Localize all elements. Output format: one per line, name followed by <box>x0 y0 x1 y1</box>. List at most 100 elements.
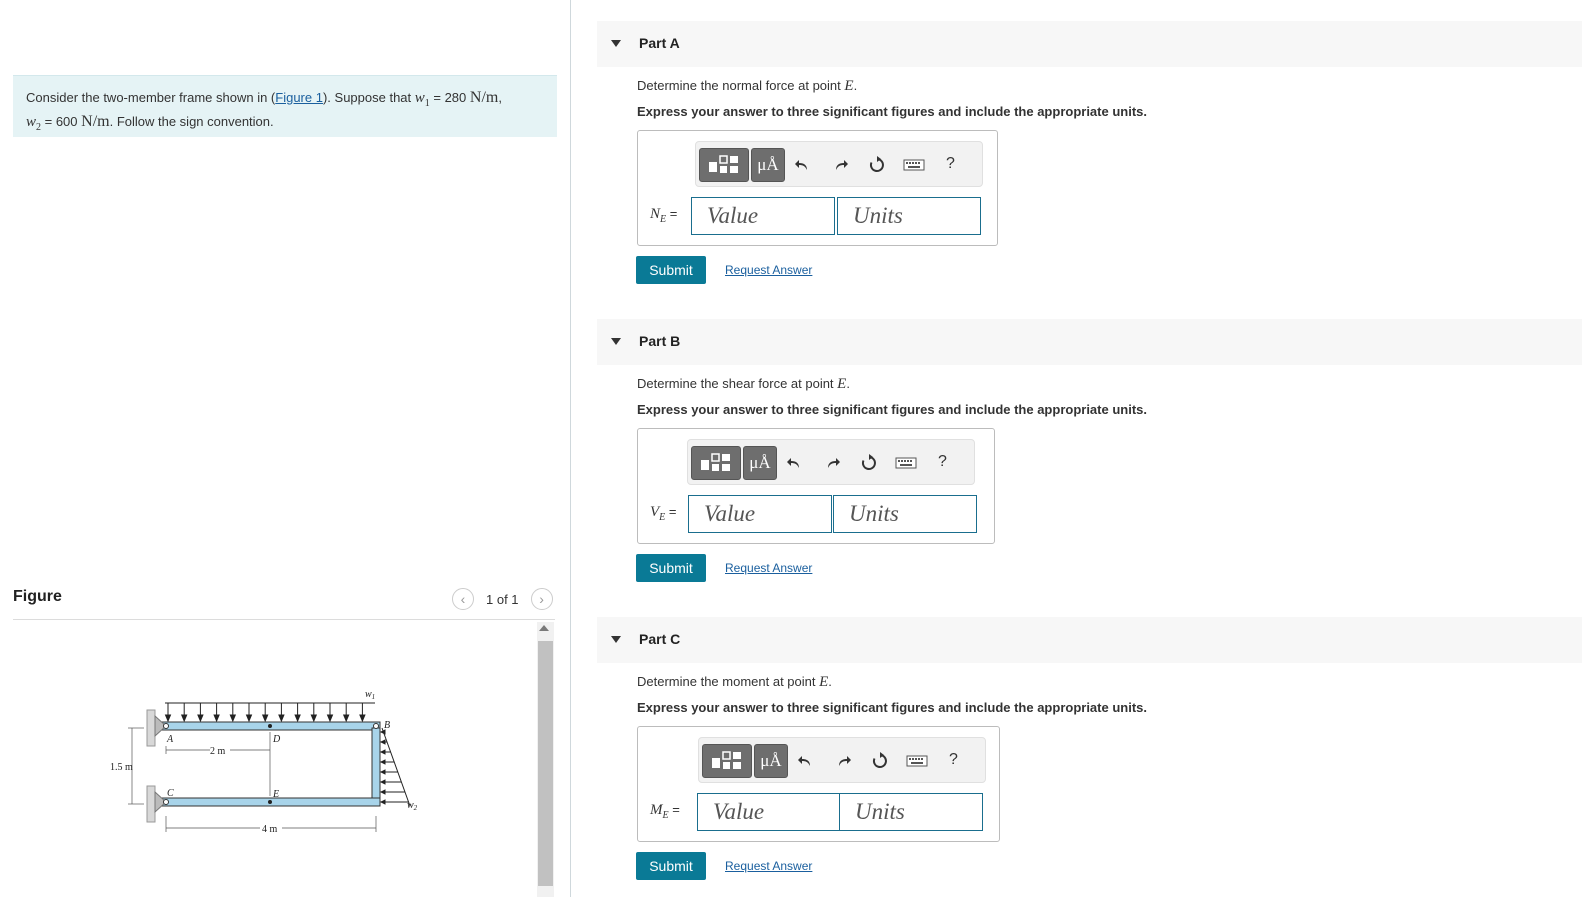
collapse-triangle-icon[interactable] <box>611 636 621 643</box>
load-arrow-head <box>342 714 350 723</box>
member-vertical <box>371 727 381 807</box>
column-divider <box>570 0 571 897</box>
request-answer-link[interactable]: Request Answer <box>725 561 812 575</box>
templates-button[interactable] <box>691 446 741 480</box>
dim-4m-label: 4 m <box>262 824 278 835</box>
prev-figure-button[interactable]: ‹ <box>452 588 474 610</box>
chevron-right-icon: › <box>539 591 544 607</box>
templates-icon <box>712 751 741 769</box>
help-button[interactable]: ? <box>938 452 947 472</box>
load-arrow-head <box>379 759 386 765</box>
load-arrow-head <box>379 739 386 745</box>
load-arrow-head <box>379 779 386 785</box>
next-figure-button[interactable]: › <box>530 588 553 610</box>
part-header[interactable]: Part A <box>597 21 1582 67</box>
reset-icon <box>872 752 887 768</box>
undo-button[interactable] <box>786 453 802 473</box>
submit-button[interactable]: Submit <box>636 554 706 582</box>
question-text: Determine the normal force at point E. <box>637 78 858 94</box>
answer-box: μÅ ? VE = Value Units <box>637 428 995 544</box>
collapse-triangle-icon[interactable] <box>611 40 621 47</box>
keyboard-button[interactable] <box>895 453 917 473</box>
load-arrow-head <box>326 714 334 723</box>
load-arrow-head <box>245 714 253 723</box>
part-title: Part A <box>639 35 680 51</box>
label-B: B <box>384 720 390 731</box>
math-toolbar: μÅ ? <box>687 439 975 485</box>
symbols-button[interactable]: μÅ <box>754 744 788 778</box>
mu-angstrom-icon: μÅ <box>757 155 779 174</box>
load-arrow-head <box>213 714 220 723</box>
submit-button[interactable]: Submit <box>636 256 706 284</box>
question-text: Determine the moment at point E. <box>637 674 832 690</box>
submit-button[interactable]: Submit <box>636 852 706 880</box>
load-arrow-head <box>379 789 386 795</box>
templates-button[interactable] <box>699 148 749 182</box>
symbols-button[interactable]: μÅ <box>743 446 777 480</box>
answer-variable-label: VE = <box>650 504 677 523</box>
redo-button[interactable] <box>836 751 852 771</box>
keyboard-button[interactable] <box>903 155 925 175</box>
help-icon: ? <box>946 155 955 172</box>
w1-value: = 280 <box>429 90 470 105</box>
help-button[interactable]: ? <box>949 750 958 770</box>
point-D-dot <box>268 724 272 728</box>
label-D: D <box>272 734 281 745</box>
templates-button[interactable] <box>702 744 752 778</box>
reset-icon <box>861 454 876 470</box>
scrollbar-thumb[interactable] <box>538 641 553 886</box>
w1-symbol: w1 <box>414 90 430 109</box>
figure-title: Figure <box>13 588 62 605</box>
undo-button[interactable] <box>794 155 810 175</box>
reset-button[interactable] <box>871 751 889 771</box>
scroll-up-arrow-icon[interactable] <box>539 625 549 631</box>
frame-figure: w1 w2 A B C D E 2 m 1.5 m 4 m <box>110 689 418 835</box>
load-arrow-head <box>310 714 318 723</box>
units-input[interactable]: Units <box>837 197 981 235</box>
request-answer-link[interactable]: Request Answer <box>725 263 812 277</box>
problem-text: Consider the two-member frame shown in ( <box>26 90 276 105</box>
reset-button[interactable] <box>860 453 878 473</box>
value-input[interactable]: Value <box>688 495 832 533</box>
load-arrow-head <box>261 714 269 723</box>
mu-angstrom-icon: μÅ <box>749 453 771 472</box>
part-header[interactable]: Part B <box>597 319 1582 365</box>
part-header[interactable]: Part C <box>597 617 1582 663</box>
problem-statement: Consider the two-member frame shown in (… <box>13 75 557 137</box>
undo-icon <box>787 458 799 468</box>
figure-link[interactable]: Figure 1 <box>275 90 323 105</box>
request-answer-link[interactable]: Request Answer <box>725 859 812 873</box>
dim-2m-label: 2 m <box>210 746 226 757</box>
keyboard-button[interactable] <box>906 751 928 771</box>
symbols-button[interactable]: μÅ <box>751 148 785 182</box>
value-input[interactable]: Value <box>697 793 841 831</box>
value-input[interactable]: Value <box>691 197 835 235</box>
load-arrow-head <box>359 714 366 723</box>
collapse-triangle-icon[interactable] <box>611 338 621 345</box>
answer-instructions: Express your answer to three significant… <box>637 104 1147 119</box>
redo-icon <box>828 458 840 468</box>
keyboard-icon <box>895 457 917 469</box>
load-arrow-head <box>164 714 172 723</box>
w1-distributed-load <box>164 702 375 723</box>
w1-label: w1 <box>365 689 375 701</box>
load-arrow-head <box>379 749 386 755</box>
keyboard-icon <box>906 755 928 767</box>
redo-icon <box>839 756 851 766</box>
reset-button[interactable] <box>868 155 886 175</box>
question-text: Determine the shear force at point E. <box>637 376 850 392</box>
help-button[interactable]: ? <box>946 154 955 174</box>
units-input[interactable]: Units <box>833 495 977 533</box>
redo-button[interactable] <box>825 453 841 473</box>
templates-icon <box>701 453 730 471</box>
answer-box: μÅ ? NE = Value Units <box>637 130 998 246</box>
part-title: Part B <box>639 333 681 349</box>
problem-text: ). Suppose that <box>322 90 415 105</box>
load-arrow-head <box>229 714 237 723</box>
load-arrow-head <box>379 799 386 805</box>
undo-button[interactable] <box>797 751 813 771</box>
units-input[interactable]: Units <box>839 793 983 831</box>
answer-variable-label: NE = <box>650 206 678 225</box>
help-icon: ? <box>938 453 947 470</box>
redo-button[interactable] <box>833 155 849 175</box>
